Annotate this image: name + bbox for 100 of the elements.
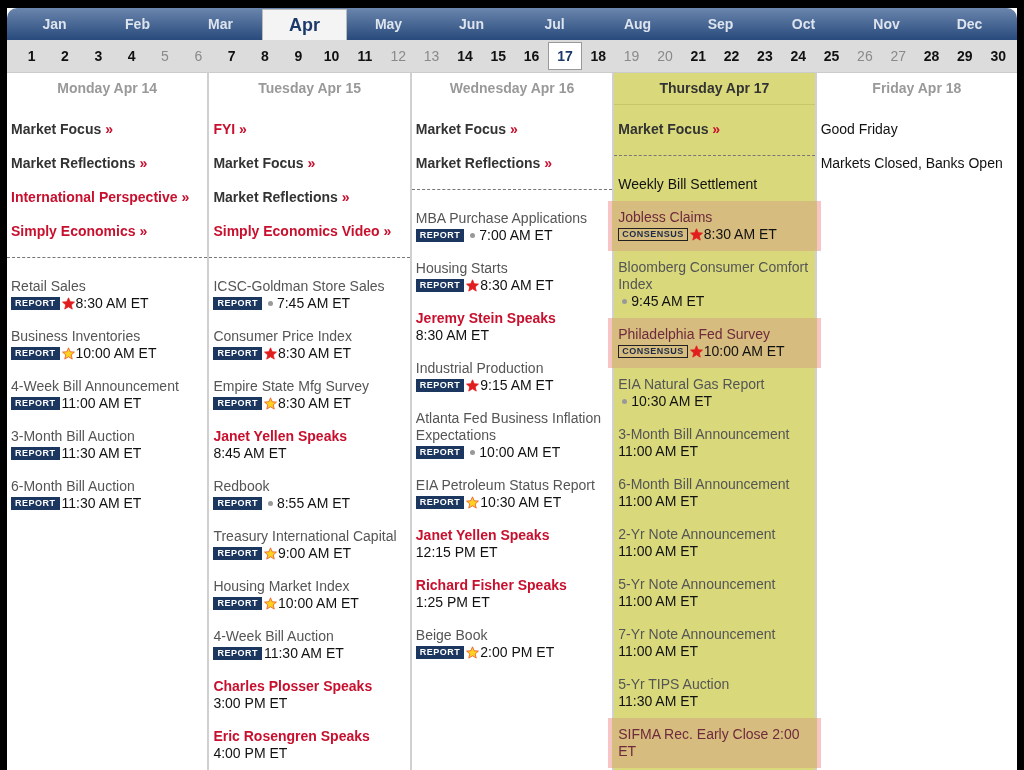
month-tab[interactable]: Mar bbox=[179, 8, 262, 40]
event-time: 8:30 AM ET bbox=[277, 395, 352, 412]
event-time: 8:30 AM ET bbox=[75, 295, 149, 312]
event-title[interactable]: Eric Rosengren Speaks bbox=[213, 728, 406, 745]
event-time: 12:15 PM ET bbox=[415, 544, 499, 561]
section-link[interactable]: Market Focus » bbox=[415, 118, 518, 140]
day-number[interactable]: 10 bbox=[314, 42, 349, 70]
event-title[interactable]: Housing Starts bbox=[415, 260, 609, 277]
event-title[interactable]: Richard Fisher Speaks bbox=[415, 577, 609, 594]
section-link[interactable]: Market Focus » bbox=[213, 152, 316, 174]
day-number[interactable]: 17 bbox=[548, 42, 582, 70]
event-title[interactable]: ICSC-Goldman Store Sales bbox=[213, 278, 406, 295]
event-tag: REPORT bbox=[415, 379, 465, 392]
event-title[interactable]: 4-Week Bill Auction bbox=[213, 628, 406, 645]
day-number[interactable]: 8 bbox=[248, 42, 282, 70]
day-number[interactable]: 7 bbox=[214, 42, 249, 70]
event-title[interactable]: 3-Month Bill Auction bbox=[11, 428, 204, 445]
event-title[interactable]: Beige Book bbox=[415, 627, 609, 644]
event-title[interactable]: 2-Yr Note Announcement bbox=[618, 526, 811, 543]
event-tag: REPORT bbox=[11, 447, 60, 460]
event-title[interactable]: Consumer Price Index bbox=[213, 328, 406, 345]
day-number: 19 bbox=[614, 42, 649, 70]
month-tab[interactable]: Jun bbox=[430, 8, 513, 40]
event-tag: REPORT bbox=[415, 229, 465, 242]
note-text: Good Friday bbox=[820, 119, 898, 139]
event-title[interactable]: MBA Purchase Applications bbox=[415, 210, 609, 227]
section-link[interactable]: Market Reflections » bbox=[11, 152, 148, 174]
day-number[interactable]: 30 bbox=[981, 42, 1015, 70]
event-title[interactable]: 6-Month Bill Auction bbox=[11, 478, 204, 495]
day-number[interactable]: 22 bbox=[714, 42, 749, 70]
event-title[interactable]: 7-Yr Note Announcement bbox=[618, 626, 811, 643]
event-time: 3:00 PM ET bbox=[213, 695, 289, 712]
event-tag: REPORT bbox=[213, 497, 262, 510]
month-tab[interactable]: May bbox=[347, 8, 430, 40]
event-title[interactable]: 5-Yr Note Announcement bbox=[618, 576, 811, 593]
event-title[interactable]: Housing Market Index bbox=[213, 578, 406, 595]
event-title[interactable]: Atlanta Fed Business Inflation Expectations bbox=[415, 410, 609, 444]
day-header: Thursday Apr 17 bbox=[614, 73, 815, 105]
day-header: Tuesday Apr 15 bbox=[257, 79, 362, 98]
event-title[interactable]: Empire State Mfg Survey bbox=[213, 378, 406, 395]
day-number[interactable]: 16 bbox=[514, 42, 549, 70]
event-title[interactable]: Jobless Claims bbox=[618, 209, 811, 226]
section-link[interactable]: Market Reflections » bbox=[213, 186, 350, 208]
section-link[interactable]: Simply Economics » bbox=[11, 220, 148, 242]
event-title[interactable]: Bloomberg Consumer Comfort Index bbox=[618, 259, 811, 293]
event-title[interactable]: Jeremy Stein Speaks bbox=[415, 310, 609, 327]
section-link[interactable]: International Perspective » bbox=[11, 186, 190, 208]
event-time: 11:30 AM ET bbox=[618, 693, 699, 710]
month-tab[interactable]: Jan bbox=[13, 8, 96, 40]
event-tag: REPORT bbox=[11, 347, 60, 360]
month-tab[interactable]: Sep bbox=[679, 8, 762, 40]
event-time: 9:15 AM ET bbox=[480, 377, 554, 394]
section-link[interactable]: Market Reflections » bbox=[415, 152, 552, 174]
event-title[interactable]: EIA Natural Gas Report bbox=[618, 376, 811, 393]
month-tab[interactable]: Feb bbox=[96, 8, 179, 40]
day-number[interactable]: 2 bbox=[48, 42, 82, 70]
day-number[interactable]: 24 bbox=[781, 42, 815, 70]
event-title[interactable]: Industrial Production bbox=[415, 360, 609, 377]
day-number[interactable]: 3 bbox=[81, 42, 115, 70]
month-tab[interactable]: Apr bbox=[262, 9, 347, 40]
event-title[interactable]: Retail Sales bbox=[11, 278, 204, 295]
day-number[interactable]: 14 bbox=[448, 42, 482, 70]
month-tab[interactable]: Nov bbox=[845, 8, 928, 40]
section-link[interactable]: Market Focus » bbox=[618, 118, 721, 140]
day-number[interactable]: 29 bbox=[948, 42, 982, 70]
day-number[interactable]: 11 bbox=[348, 42, 382, 70]
event-title[interactable]: Redbook bbox=[213, 478, 406, 495]
event-title[interactable]: 5-Yr TIPS Auction bbox=[618, 676, 811, 693]
day-number[interactable]: 23 bbox=[748, 42, 782, 70]
month-tab[interactable]: Oct bbox=[762, 8, 845, 40]
day-number[interactable]: 15 bbox=[481, 42, 515, 70]
day-number: 26 bbox=[848, 42, 882, 70]
section-link[interactable]: Market Focus » bbox=[11, 118, 113, 140]
section-link[interactable]: Simply Economics Video » bbox=[213, 220, 392, 242]
day-number[interactable]: 4 bbox=[115, 42, 149, 70]
day-number[interactable]: 18 bbox=[581, 42, 615, 70]
month-tab[interactable]: Aug bbox=[596, 8, 679, 40]
event-title[interactable]: 6-Month Bill Announcement bbox=[618, 476, 811, 493]
day-number[interactable]: 25 bbox=[814, 42, 849, 70]
day-number[interactable]: 28 bbox=[914, 42, 949, 70]
event-title[interactable]: Philadelphia Fed Survey bbox=[618, 326, 811, 343]
event-tag: REPORT bbox=[213, 647, 262, 660]
day-number[interactable]: 9 bbox=[281, 42, 315, 70]
event-time: 10:00 AM ET bbox=[277, 595, 359, 612]
event-title[interactable]: 3-Month Bill Announcement bbox=[618, 426, 811, 443]
month-tab[interactable]: Jul bbox=[513, 8, 596, 40]
section-link[interactable]: FYI » bbox=[213, 118, 247, 140]
event-title[interactable]: 4-Week Bill Announcement bbox=[11, 378, 204, 395]
month-tab[interactable]: Dec bbox=[928, 8, 1011, 40]
event-title[interactable]: Janet Yellen Speaks bbox=[213, 428, 406, 445]
event-title[interactable]: Janet Yellen Speaks bbox=[415, 527, 609, 544]
event-time: 7:45 AM ET bbox=[276, 295, 351, 312]
event-title[interactable]: Charles Plosser Speaks bbox=[213, 678, 406, 695]
day-number[interactable]: 1 bbox=[15, 42, 49, 70]
event-tag: REPORT bbox=[415, 646, 465, 659]
day-number[interactable]: 21 bbox=[681, 42, 715, 70]
day-header: Wednesday Apr 16 bbox=[448, 79, 576, 98]
event-title[interactable]: Treasury International Capital bbox=[213, 528, 406, 545]
event-title[interactable]: Business Inventories bbox=[11, 328, 204, 345]
event-title[interactable]: EIA Petroleum Status Report bbox=[415, 477, 609, 494]
